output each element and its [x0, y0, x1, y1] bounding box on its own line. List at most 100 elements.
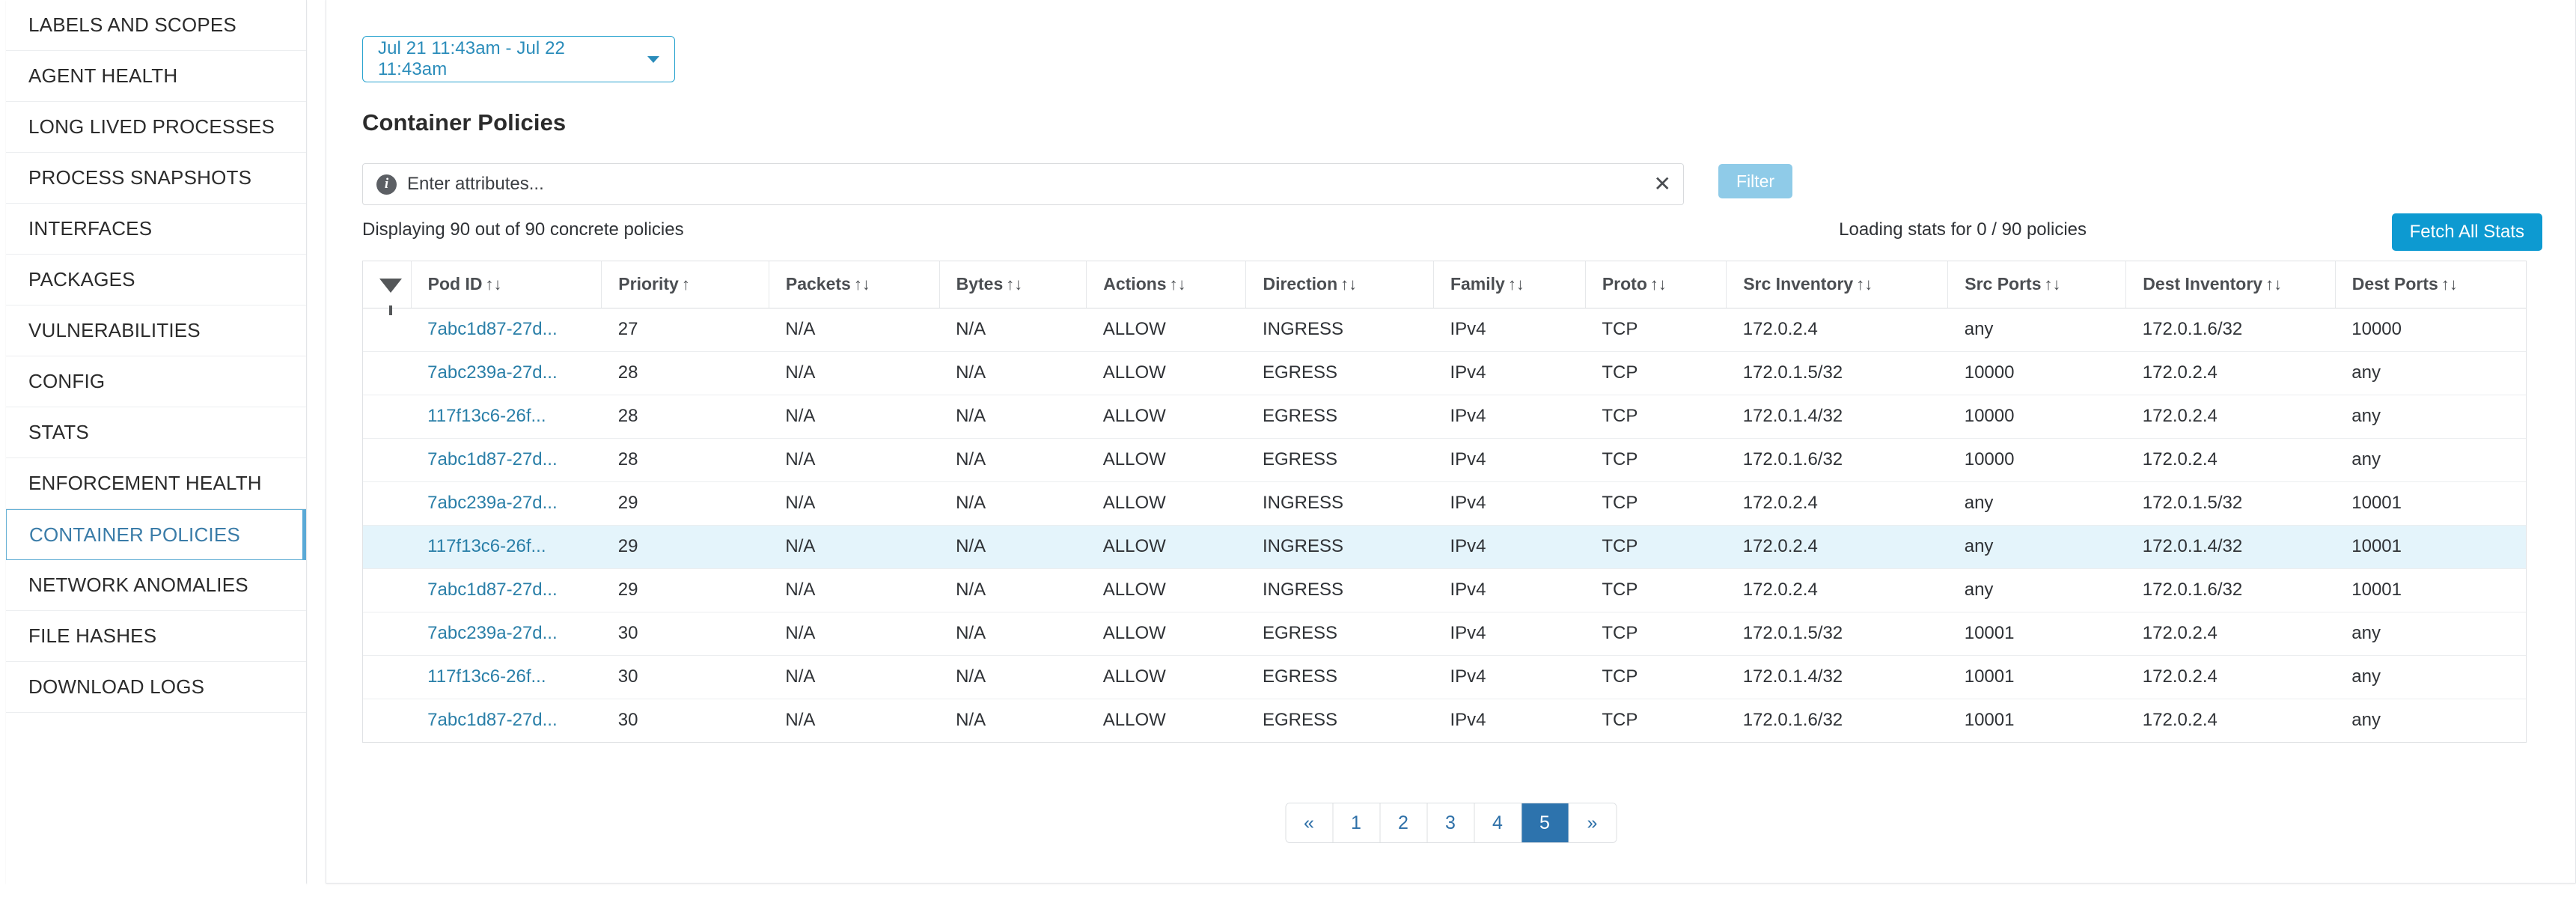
column-header-packets[interactable]: Packets ↑↓ — [769, 261, 940, 308]
pod-id-link[interactable]: 117f13c6-26f... — [427, 406, 546, 426]
table-row[interactable]: 7abc1d87-27d... 29 N/A N/A ALLOW INGRESS IPv4 T… — [363, 568, 2526, 612]
column-header-label: Pod ID — [427, 274, 483, 294]
sort-icon[interactable]: ↑↓ — [2265, 275, 2282, 294]
column-header-dest-inventory[interactable]: Dest Inventory ↑↓ — [2125, 261, 2336, 308]
sidebar-item-process-snapshots[interactable]: PROCESS SNAPSHOTS — [6, 153, 306, 204]
cell-direction: INGRESS — [1245, 568, 1434, 612]
pagination-page-1[interactable]: 1 — [1333, 803, 1380, 842]
table-row[interactable]: 7abc239a-27d... 29 N/A N/A ALLOW INGRESS IPv4 T… — [363, 481, 2526, 526]
cell-packets: N/A — [769, 612, 940, 656]
pod-id-link[interactable]: 7abc239a-27d... — [427, 362, 557, 383]
sidebar-item-download-logs[interactable]: DOWNLOAD LOGS — [6, 662, 306, 713]
table-row[interactable]: 117f13c6-26f... 28 N/A N/A ALLOW EGRESS IPv4 TC… — [363, 395, 2526, 439]
column-header-dest-ports[interactable]: Dest Ports ↑↓ — [2335, 261, 2526, 308]
pod-id-link[interactable]: 7abc1d87-27d... — [427, 580, 557, 600]
sort-icon[interactable]: ↑↓ — [1650, 275, 1667, 294]
sidebar-item-labels-and-scopes[interactable]: LABELS AND SCOPES — [6, 0, 306, 51]
cell-pod-id: 7abc1d87-27d... — [411, 438, 602, 482]
table-row[interactable]: 7abc1d87-27d... 30 N/A N/A ALLOW EGRESS IPv4 TC… — [363, 699, 2526, 742]
pod-id-link[interactable]: 117f13c6-26f... — [427, 666, 546, 687]
table-row[interactable]: 7abc239a-27d... 28 N/A N/A ALLOW EGRESS IPv4 TC… — [363, 351, 2526, 395]
cell-bytes: N/A — [939, 438, 1087, 482]
sidebar-item-container-policies[interactable]: CONTAINER POLICIES — [6, 509, 306, 560]
sort-icon[interactable]: ↑↓ — [2045, 275, 2061, 294]
cell-priority: 28 — [601, 351, 769, 395]
cell-bytes: N/A — [939, 612, 1087, 656]
pagination-first-button[interactable]: « — [1286, 803, 1333, 842]
cell-bytes: N/A — [939, 525, 1087, 569]
sort-icon[interactable]: ↑↓ — [1170, 275, 1186, 294]
pod-id-link[interactable]: 117f13c6-26f... — [427, 536, 546, 556]
cell-pod-id: 117f13c6-26f... — [411, 655, 602, 699]
cell-family: IPv4 — [1433, 351, 1586, 395]
sort-icon[interactable]: ↑↓ — [1340, 275, 1357, 294]
funnel-icon[interactable] — [379, 278, 402, 315]
pagination-page-2[interactable]: 2 — [1380, 803, 1427, 842]
sidebar-item-network-anomalies[interactable]: NETWORK ANOMALIES — [6, 560, 306, 611]
sidebar-item-enforcement-health[interactable]: ENFORCEMENT HEALTH — [6, 458, 306, 509]
column-filter-header[interactable] — [363, 261, 412, 315]
pagination-page-4[interactable]: 4 — [1474, 803, 1522, 842]
sidebar-item-packages[interactable]: PACKAGES — [6, 255, 306, 305]
column-header-proto[interactable]: Proto ↑↓ — [1585, 261, 1727, 308]
date-range-label: Jul 21 11:43am - Jul 22 11:43am — [378, 38, 565, 79]
fetch-all-stats-button[interactable]: Fetch All Stats — [2391, 213, 2542, 251]
pod-id-link[interactable]: 7abc239a-27d... — [427, 623, 557, 643]
table-row[interactable]: 7abc239a-27d... 30 N/A N/A ALLOW EGRESS IPv4 TC… — [363, 612, 2526, 656]
pod-id-link[interactable]: 7abc1d87-27d... — [427, 449, 557, 469]
sidebar-item-config[interactable]: CONFIG — [6, 356, 306, 407]
sidebar-item-label: LONG LIVED PROCESSES — [28, 115, 275, 138]
cell-direction: EGRESS — [1245, 351, 1434, 395]
sidebar-item-long-lived-processes[interactable]: LONG LIVED PROCESSES — [6, 102, 306, 153]
attributes-input[interactable]: i Enter attributes... ✕ — [362, 163, 1684, 205]
cell-bytes: N/A — [956, 710, 986, 731]
cell-direction: EGRESS — [1245, 612, 1434, 656]
cell-direction: INGRESS — [1245, 308, 1434, 352]
cell-direction: EGRESS — [1245, 395, 1434, 439]
sort-icon[interactable]: ↑↓ — [1856, 275, 1873, 294]
table-row[interactable]: 117f13c6-26f... 29 N/A N/A ALLOW INGRESS IPv4 T… — [363, 525, 2526, 569]
sidebar-item-agent-health[interactable]: AGENT HEALTH — [6, 51, 306, 102]
sort-icon[interactable]: ↑↓ — [2441, 275, 2458, 294]
cell-direction: EGRESS — [1245, 655, 1434, 699]
column-header-actions[interactable]: Actions ↑↓ — [1086, 261, 1247, 308]
sidebar-item-vulnerabilities[interactable]: VULNERABILITIES — [6, 305, 306, 356]
pod-id-link[interactable]: 7abc1d87-27d... — [427, 710, 557, 730]
cell-bytes: N/A — [939, 655, 1087, 699]
sort-icon[interactable]: ↑↓ — [854, 275, 870, 294]
pagination-last-button[interactable]: » — [1569, 803, 1616, 842]
column-header-src-ports[interactable]: Src Ports ↑↓ — [1947, 261, 2127, 308]
sort-icon[interactable]: ↑↓ — [486, 275, 502, 294]
pod-id-link[interactable]: 7abc239a-27d... — [427, 493, 557, 513]
table-body: 7abc1d87-27d... 27 N/A N/A ALLOW INGRESS IPv4 T… — [363, 308, 2526, 742]
column-header-pod-id[interactable]: Pod ID ↑↓ — [411, 261, 602, 308]
sort-icon[interactable]: ↑↓ — [1006, 275, 1022, 294]
policies-table: Pod ID ↑↓ Priority ↑ Packets ↑↓ Bytes ↑↓ Actions… — [363, 261, 2526, 742]
sort-icon[interactable]: ↑↓ — [1508, 275, 1524, 294]
cell-dest-inventory: 172.0.1.6/32 — [2125, 568, 2336, 612]
pagination-page-3[interactable]: 3 — [1427, 803, 1474, 842]
column-header-priority[interactable]: Priority ↑ — [601, 261, 769, 308]
sidebar-item-stats[interactable]: STATS — [6, 407, 306, 458]
table-row[interactable]: 117f13c6-26f... 30 N/A N/A ALLOW EGRESS IPv4 TC… — [363, 655, 2526, 699]
sort-icon[interactable]: ↑ — [682, 275, 690, 294]
cell-actions: ALLOW — [1086, 481, 1246, 526]
table-row[interactable]: 7abc1d87-27d... 28 N/A N/A ALLOW EGRESS IPv4 TC… — [363, 438, 2526, 482]
column-header-bytes[interactable]: Bytes ↑↓ — [939, 261, 1087, 308]
cell-direction: EGRESS — [1262, 710, 1337, 731]
column-header-family[interactable]: Family ↑↓ — [1433, 261, 1586, 308]
cell-bytes: N/A — [939, 351, 1087, 395]
clear-icon[interactable]: ✕ — [1654, 174, 1671, 195]
column-header-direction[interactable]: Direction ↑↓ — [1245, 261, 1434, 308]
sidebar-nav: LABELS AND SCOPES AGENT HEALTH LONG LIVED … — [6, 0, 307, 897]
pagination-page-5[interactable]: 5 — [1522, 803, 1569, 842]
date-range-picker[interactable]: Jul 21 11:43am - Jul 22 11:43am — [362, 36, 675, 82]
table-row[interactable]: 7abc1d87-27d... 27 N/A N/A ALLOW INGRESS IPv4 T… — [363, 308, 2526, 352]
sidebar-item-file-hashes[interactable]: FILE HASHES — [6, 611, 306, 662]
sidebar-item-interfaces[interactable]: INTERFACES — [6, 204, 306, 255]
cell-src-ports: 10000 — [1947, 351, 2126, 395]
filter-button[interactable]: Filter — [1718, 164, 1792, 198]
column-header-label: Dest Inventory — [2143, 274, 2263, 294]
column-header-src-inventory[interactable]: Src Inventory ↑↓ — [1726, 261, 1949, 308]
pod-id-link[interactable]: 7abc1d87-27d... — [427, 319, 557, 339]
